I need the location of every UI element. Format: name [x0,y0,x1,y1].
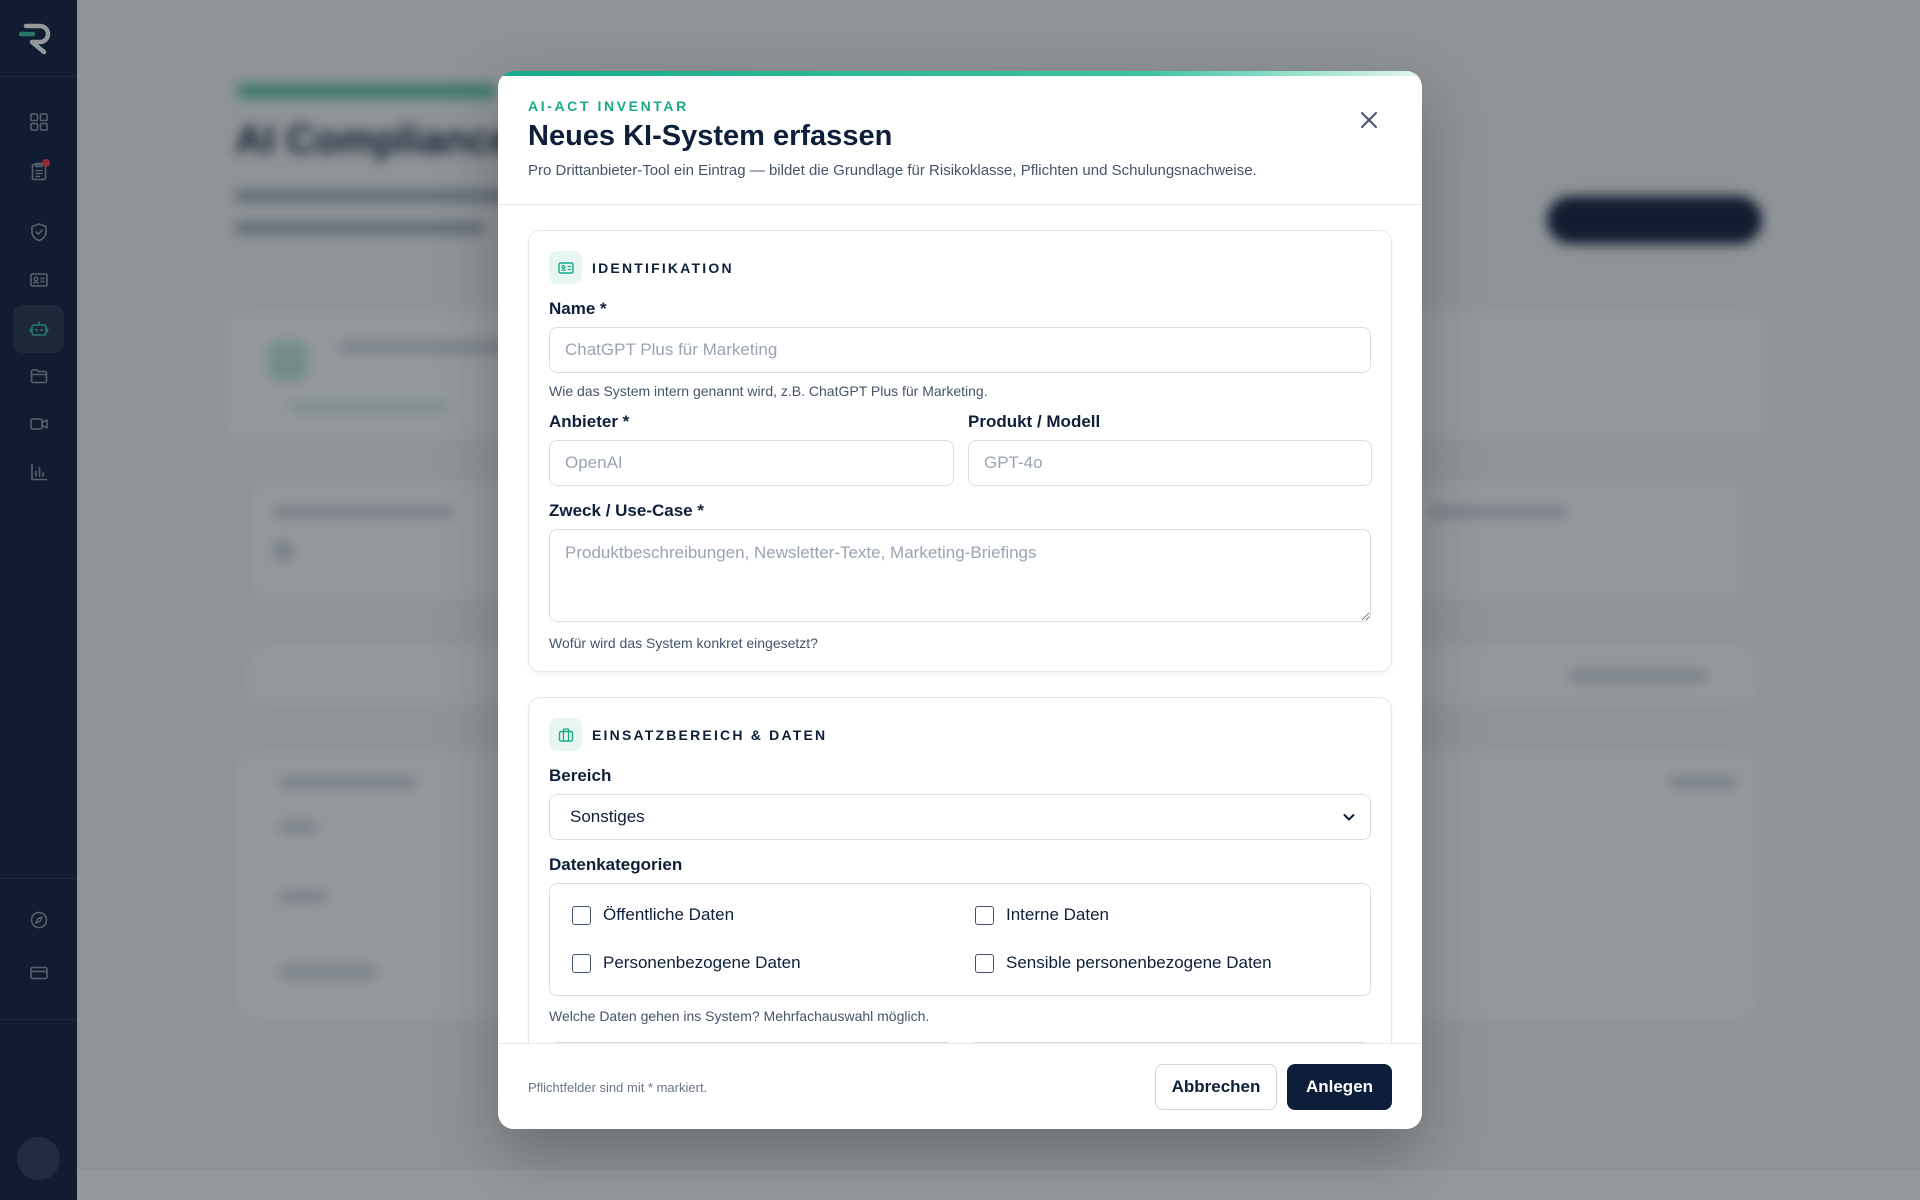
bereich-label: Bereich [549,766,612,785]
bereich-selected-value: Sonstiges [570,807,645,826]
checkbox-label: Öffentliche Daten [603,905,735,924]
checkbox-sensible-daten[interactable]: Sensible personenbezogene Daten [975,953,1272,973]
datenkategorien-group: Öffentliche Daten Interne Daten Personen… [549,883,1371,996]
checkbox[interactable] [975,953,994,973]
section-einsatzbereich: EINSATZBEREICH & DATEN Bereich Sonstiges… [528,697,1392,1043]
id-card-icon [549,251,582,284]
datenkategorien-hint: Welche Daten gehen ins System? Mehrfacha… [549,1008,930,1024]
anbieter-label: Anbieter * [549,412,630,431]
modal-footer: Pflichtfelder sind mit * markiert. Abbre… [498,1043,1422,1129]
checkbox-interne-daten[interactable]: Interne Daten [975,905,1109,925]
modal-eyebrow: AI-ACT INVENTAR [528,98,689,114]
cancel-button[interactable]: Abbrechen [1155,1064,1277,1110]
checkbox[interactable] [572,905,591,925]
zweck-textarea[interactable] [549,529,1371,622]
modal-title: Neues KI-System erfassen [528,120,893,152]
checkbox[interactable] [572,953,591,973]
section-header: EINSATZBEREICH & DATEN [549,718,827,751]
modal-header: AI-ACT INVENTAR Neues KI-System erfassen… [498,71,1422,205]
submit-button[interactable]: Anlegen [1287,1064,1392,1110]
checkbox-label: Personenbezogene Daten [603,953,801,972]
section-identifikation: IDENTIFIKATION Name * Wie das System int… [528,230,1392,672]
section-header: IDENTIFIKATION [549,251,734,284]
checkbox[interactable] [975,905,994,925]
produkt-label: Produkt / Modell [968,412,1101,431]
section-title: EINSATZBEREICH & DATEN [592,726,828,743]
anbieter-input[interactable] [549,440,954,486]
datenkategorien-label: Datenkategorien [549,855,683,874]
produkt-input[interactable] [968,440,1372,486]
new-ai-system-dialog: AI-ACT INVENTAR Neues KI-System erfassen… [498,71,1422,1129]
checkbox-oeffentliche-daten[interactable]: Öffentliche Daten [572,905,734,925]
chevron-down-icon [1343,814,1355,821]
name-label: Name * [549,299,607,318]
name-input[interactable] [549,327,1371,373]
briefcase-icon [549,718,582,751]
section-title: IDENTIFIKATION [592,259,734,276]
modal-description: Pro Drittanbieter-Tool ein Eintrag — bil… [528,162,1257,179]
checkbox-label: Sensible personenbezogene Daten [1006,953,1272,972]
required-fields-note: Pflichtfelder sind mit * markiert. [528,1080,708,1095]
modal-body[interactable]: IDENTIFIKATION Name * Wie das System int… [498,206,1422,1043]
name-hint: Wie das System intern genannt wird, z.B.… [549,383,988,399]
checkbox-label: Interne Daten [1006,905,1110,924]
close-button[interactable] [1354,105,1384,135]
checkbox-personenbezogene-daten[interactable]: Personenbezogene Daten [572,953,801,973]
bereich-select[interactable]: Sonstiges [549,794,1371,840]
zweck-hint: Wofür wird das System konkret eingesetzt… [549,635,818,651]
zweck-label: Zweck / Use-Case * [549,501,704,520]
close-icon [1361,112,1377,128]
